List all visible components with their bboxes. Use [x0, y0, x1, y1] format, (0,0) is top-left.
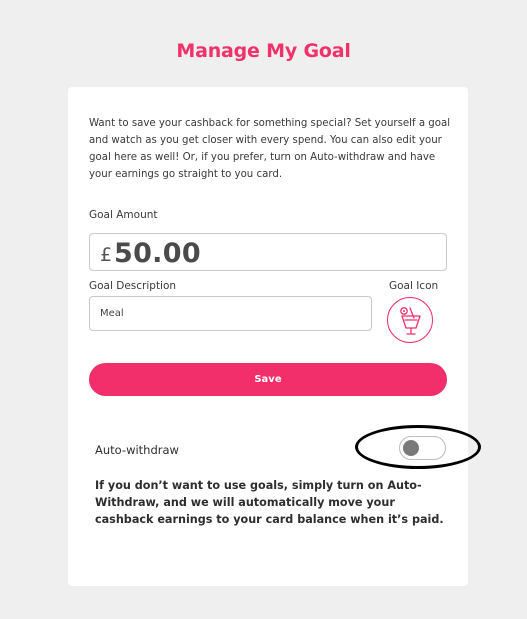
goal-card: Want to save your cashback for something… [68, 87, 468, 586]
auto-withdraw-toggle[interactable] [399, 436, 446, 460]
goal-amount-field[interactable]: £ 50.00 [89, 233, 447, 271]
save-button[interactable]: Save [89, 363, 447, 396]
toggle-knob [403, 440, 419, 456]
auto-withdraw-description: If you don’t want to use goals, simply t… [95, 479, 444, 526]
goal-description-label: Goal Description [89, 280, 177, 292]
goal-intro-text: Want to save your cashback for something… [89, 118, 451, 180]
goal-icon-label: Goal Icon [389, 280, 439, 292]
cocktail-glass-icon [400, 307, 421, 335]
goal-amount-label: Goal Amount [89, 209, 158, 221]
currency-symbol: £ [100, 244, 113, 266]
goal-amount-value: 50.00 [114, 238, 201, 269]
goal-icon-button[interactable] [387, 297, 433, 343]
page-title: Manage My Goal [176, 40, 351, 62]
goal-description-input[interactable] [89, 296, 372, 331]
auto-withdraw-label: Auto-withdraw [95, 443, 179, 457]
